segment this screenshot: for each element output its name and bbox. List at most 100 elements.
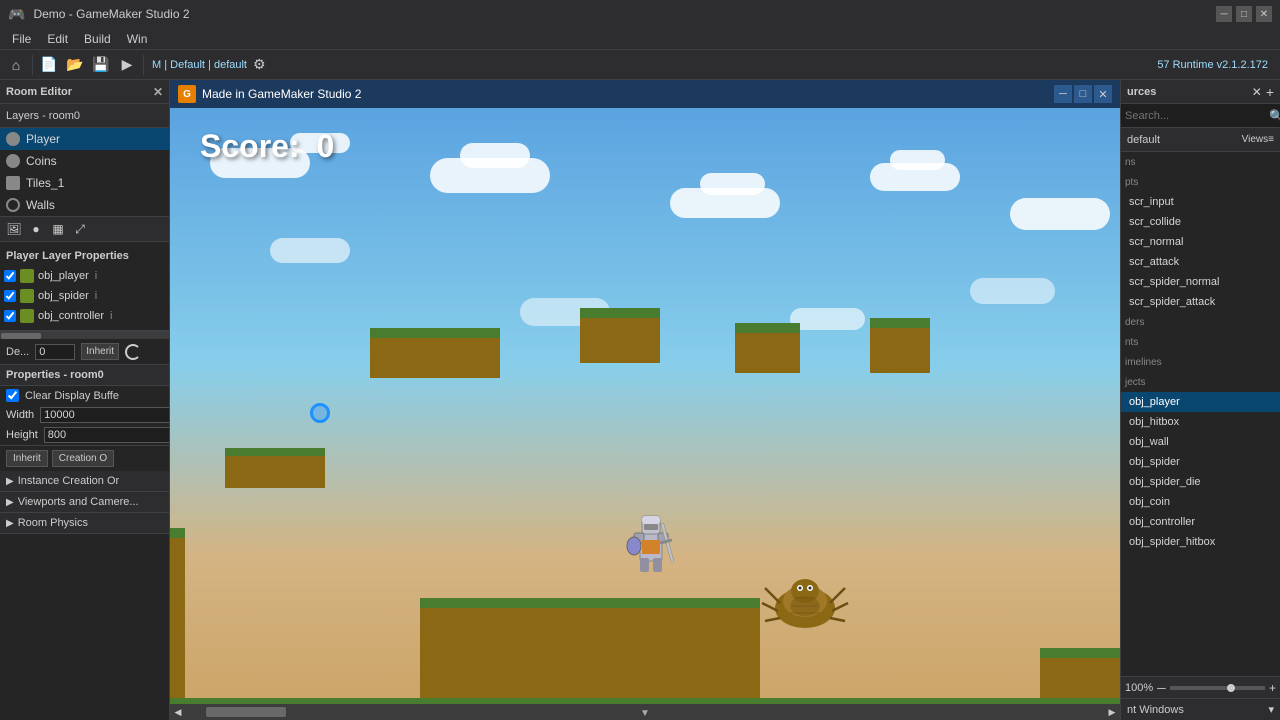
depth-input[interactable]: 0 [35,344,75,360]
views-row[interactable]: default Views≡ [1121,128,1280,152]
instance-spider-suffix: i [95,290,97,302]
zoom-slider[interactable] [1170,686,1265,690]
clear-display-label: Clear Display Buffe [25,390,119,402]
resource-obj-spider-die[interactable]: obj_spider_die [1121,472,1280,492]
instance-player-suffix: i [95,270,97,282]
player-character [620,498,680,568]
search-input[interactable] [1125,110,1267,122]
views-label: default [1127,134,1160,146]
recent-windows[interactable]: nt Windows ▾ [1121,698,1280,720]
resource-section-timelines: imelines [1121,352,1280,372]
layer-coins[interactable]: Coins [0,150,169,172]
resource-obj-spider-hitbox[interactable]: obj_spider_hitbox [1121,532,1280,552]
resource-scr-normal[interactable]: scr_normal [1121,232,1280,252]
new-button[interactable]: 📄 [37,53,61,77]
instance-spider-checkbox[interactable] [4,290,16,302]
inherit-button[interactable]: Inherit [81,343,119,360]
resource-scr-spider-attack[interactable]: scr_spider_attack [1121,292,1280,312]
close-button[interactable]: ✕ [1256,6,1272,22]
resource-obj-hitbox[interactable]: obj_hitbox [1121,412,1280,432]
room-physics-row[interactable]: ▶ Room Physics [0,513,169,534]
app-icon: 🎮 [8,6,25,23]
resource-section-objects: jects [1121,372,1280,392]
platform-5 [870,318,930,373]
creation-button[interactable]: Creation O [52,450,114,467]
h-scrollbar[interactable] [0,331,169,339]
score-value: 0 [316,128,334,164]
scroll-indicator[interactable]: ▼ [620,706,670,720]
zoom-plus-button[interactable]: + [1269,681,1276,695]
instance-controller-suffix: i [110,310,112,322]
search-icon-button[interactable]: 🔍 [1269,109,1280,123]
layer-tiles1[interactable]: Tiles_1 [0,172,169,194]
layer-walls-label: Walls [26,198,55,212]
instance-controller-icon [20,309,34,323]
resource-list: ns pts scr_input scr_collide scr_normal … [1121,152,1280,676]
save-button[interactable]: 💾 [89,53,113,77]
recent-windows-label: nt Windows [1127,704,1184,716]
resource-scr-spider-normal[interactable]: scr_spider_normal [1121,272,1280,292]
menu-win[interactable]: Win [119,28,156,49]
resource-section-ns: ns [1121,152,1280,172]
player-layer-title: Player Layer Properties [0,246,169,266]
room-editor-close[interactable]: ✕ [153,85,163,99]
play-button[interactable]: ▶ [115,53,139,77]
width-row: Width [0,405,169,425]
resource-scr-collide[interactable]: scr_collide [1121,212,1280,232]
gms-maximize-btn[interactable]: □ [1074,85,1092,103]
room-editor-header: Room Editor ✕ [0,80,169,104]
resource-obj-wall[interactable]: obj_wall [1121,432,1280,452]
layer-walls[interactable]: Walls [0,194,169,216]
height-input[interactable] [44,427,170,443]
window-title: Demo - GameMaker Studio 2 [33,7,189,21]
gms-minimize-btn[interactable]: ─ [1054,85,1072,103]
instance-controller-checkbox[interactable] [4,310,16,322]
viewports-row[interactable]: ▶ Viewports and Camere... [0,492,169,513]
home-button[interactable]: ⌂ [4,53,28,77]
cloud-4b [890,150,945,170]
layer-tile-button[interactable]: ▦ [48,219,68,239]
width-input[interactable] [40,407,170,423]
selection-marker [310,403,330,423]
instance-creation-row[interactable]: ▶ Instance Creation Or [0,471,169,492]
open-button[interactable]: 📂 [63,53,87,77]
gms-logo-icon: G [178,85,196,103]
platform-4 [735,323,800,373]
refresh-icon[interactable] [125,344,141,360]
zoom-label: 100% [1125,682,1153,694]
inherit-room-button[interactable]: Inherit [6,450,48,467]
scroll-left-button[interactable]: ◀ [170,704,186,720]
settings-icon: ⚙ [253,56,266,73]
gms-close-btn[interactable]: ✕ [1094,85,1112,103]
layer-add-button[interactable]: 🖼 [4,219,24,239]
player-sprite [620,498,680,578]
layer-tiles-icon [6,176,20,190]
menu-build[interactable]: Build [76,28,119,49]
maximize-button[interactable]: □ [1236,6,1252,22]
layer-player[interactable]: Player [0,128,169,150]
resources-close-button[interactable]: ✕ [1252,85,1262,99]
zoom-minus-button[interactable]: ─ [1157,681,1166,695]
depth-row: De... 0 Inherit [0,339,169,364]
resource-obj-player[interactable]: obj_player [1121,392,1280,412]
runtime-label: 57 Runtime v2.1.2.172 [1157,59,1276,71]
menu-file[interactable]: File [4,28,39,49]
minimize-button[interactable]: ─ [1216,6,1232,22]
resource-scr-input[interactable]: scr_input [1121,192,1280,212]
menu-edit[interactable]: Edit [39,28,76,49]
instance-player-checkbox[interactable] [4,270,16,282]
instance-player-icon [20,269,34,283]
layer-walls-icon [6,198,20,212]
resource-obj-spider[interactable]: obj_spider [1121,452,1280,472]
resources-add-button[interactable]: + [1266,84,1274,100]
resource-scr-attack[interactable]: scr_attack [1121,252,1280,272]
layer-path-button[interactable]: ⤢ [70,219,90,239]
views-icon: Views≡ [1242,134,1274,145]
layer-circle-button[interactable]: ● [26,219,46,239]
scroll-right-button[interactable]: ▶ [1104,704,1120,720]
resource-obj-controller[interactable]: obj_controller [1121,512,1280,532]
clear-display-row: Clear Display Buffe [0,386,169,405]
layer-coins-label: Coins [26,154,57,168]
clear-display-checkbox[interactable] [6,389,19,402]
resource-obj-coin[interactable]: obj_coin [1121,492,1280,512]
